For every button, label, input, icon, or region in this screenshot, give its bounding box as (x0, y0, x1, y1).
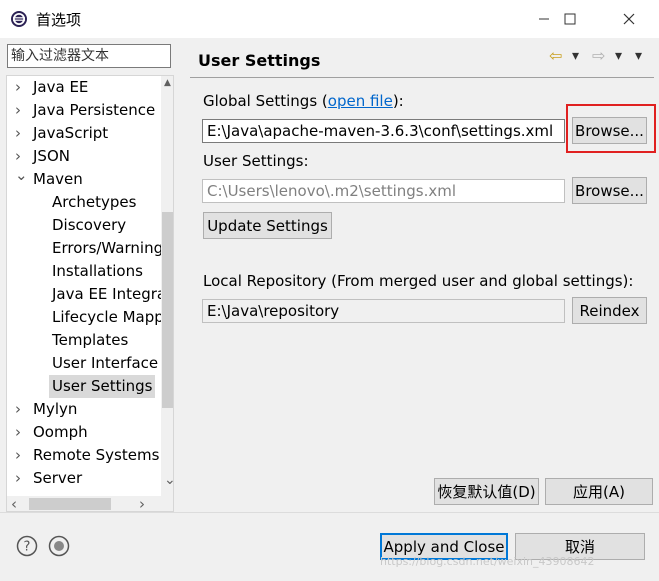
close-button[interactable] (606, 0, 652, 38)
back-arrow-icon[interactable]: ⇦ (549, 46, 562, 65)
preferences-tree: › Java EE › Java Persistence › JavaScript › JSO… (6, 75, 174, 512)
tree-item-java-persistence[interactable]: › Java Persistence (7, 99, 161, 122)
record-button[interactable] (48, 535, 70, 557)
global-settings-field (202, 119, 565, 143)
global-settings-label-suffix: ): (392, 92, 404, 110)
header-separator (190, 77, 654, 78)
restore-defaults-button[interactable]: 恢复默认值(D) (434, 478, 539, 505)
tree-item-remote-systems[interactable]: › Remote Systems (7, 444, 161, 467)
tree-item-label: User Settings (49, 375, 156, 398)
page-title: User Settings (198, 51, 321, 70)
close-icon (623, 13, 635, 25)
eclipse-icon (11, 11, 27, 27)
chevron-right-icon[interactable]: › (15, 99, 27, 122)
tree-item-discovery[interactable]: Discovery (7, 214, 161, 237)
back-dropdown-icon[interactable]: ▾ (572, 48, 579, 64)
view-menu-icon[interactable]: ▾ (635, 48, 642, 64)
global-settings-label: Global Settings (open file): (203, 92, 404, 110)
vertical-scroll-thumb[interactable] (162, 212, 173, 408)
tree-item-installations[interactable]: Installations (7, 260, 161, 283)
chevron-right-icon[interactable]: › (15, 76, 27, 99)
tree-item-oomph[interactable]: › Oomph (7, 421, 161, 444)
vertical-scrollbar[interactable]: ▲ ⌄ (161, 76, 173, 496)
tree-item-user-interface[interactable]: User Interface (7, 352, 161, 375)
tree-item-label: User Interface (52, 354, 159, 372)
tree-item-javascript[interactable]: › JavaScript (7, 122, 161, 145)
chevron-right-icon[interactable]: › (15, 444, 27, 467)
user-settings-input[interactable] (203, 180, 564, 202)
scroll-right-icon[interactable]: › (139, 495, 145, 511)
chevron-right-icon[interactable]: › (15, 467, 27, 490)
filter-input[interactable] (8, 45, 170, 67)
user-settings-label: User Settings: (203, 152, 309, 170)
tree-item-label: Templates (52, 331, 129, 349)
scroll-corner (161, 496, 173, 511)
maximize-icon (564, 13, 576, 25)
global-settings-label-text: Global Settings ( (203, 92, 328, 110)
tree-item-label: Server (33, 469, 83, 487)
maximize-button[interactable] (547, 0, 593, 38)
chevron-right-icon[interactable]: › (15, 421, 27, 444)
chevron-right-icon[interactable]: › (15, 398, 27, 421)
chevron-down-icon[interactable]: ⌄ (15, 164, 28, 187)
user-browse-button[interactable]: Browse... (572, 177, 647, 204)
forward-arrow-icon[interactable]: ⇨ (592, 46, 605, 65)
tree-item-errors-warnings[interactable]: Errors/Warnings (7, 237, 171, 260)
tree-item-label: Java EE (33, 78, 89, 96)
tree-item-label: Java Persistence (33, 101, 156, 119)
tree-item-label: Oomph (33, 423, 88, 441)
help-glyph: ? (24, 540, 31, 555)
tree-item-lifecycle-mappings[interactable]: Lifecycle Mappings (7, 306, 173, 329)
tree-item-label: Java EE Integration (52, 285, 173, 303)
highlight-box (566, 104, 656, 153)
tree-item-java-ee[interactable]: › Java EE (7, 76, 161, 99)
tree-item-maven[interactable]: ⌄ Maven (7, 166, 161, 191)
horizontal-scroll-thumb[interactable] (29, 498, 111, 510)
tree-item-templates[interactable]: Templates (7, 329, 161, 352)
footer-separator (0, 512, 659, 513)
tree-item-label: JavaScript (33, 124, 109, 142)
apply-button[interactable]: 应用(A) (545, 478, 653, 505)
forward-dropdown-icon[interactable]: ▾ (615, 48, 622, 64)
tree-item-java-ee-integration[interactable]: Java EE Integration (7, 283, 173, 306)
open-file-link[interactable]: open file (328, 92, 393, 110)
tree-item-archetypes[interactable]: Archetypes (7, 191, 161, 214)
global-settings-input[interactable] (203, 120, 564, 142)
chevron-right-icon[interactable]: › (15, 122, 27, 145)
window-title: 首选项 (36, 11, 82, 29)
filter-box (7, 44, 171, 68)
local-repository-field (202, 299, 565, 323)
tree-item-server[interactable]: › Server (7, 467, 161, 490)
scroll-up-icon[interactable]: ▲ (164, 78, 171, 88)
tree-item-label: Lifecycle Mappings (52, 308, 173, 326)
local-repository-label: Local Repository (From merged user and g… (203, 272, 634, 290)
tree-item-mylyn[interactable]: › Mylyn (7, 398, 161, 421)
local-repository-input[interactable] (203, 300, 564, 322)
tree-item-label: Errors/Warnings (52, 239, 171, 257)
user-settings-field (202, 179, 565, 203)
update-settings-button[interactable]: Update Settings (203, 212, 332, 239)
help-button[interactable]: ? (16, 535, 38, 557)
tree-item-label: JSON (33, 147, 70, 165)
tree-item-label: Maven (33, 170, 83, 188)
watermark: https://blog.csdn.net/weixin_43908642 (380, 555, 595, 568)
scroll-left-icon[interactable]: ‹ (11, 495, 17, 511)
scroll-down-icon[interactable]: ⌄ (164, 472, 173, 488)
record-icon (48, 535, 70, 557)
tree-item-json[interactable]: › JSON (7, 145, 161, 168)
reindex-button[interactable]: Reindex (572, 297, 647, 324)
tree-item-user-settings[interactable]: User Settings (7, 375, 161, 398)
title-bar: 首选项 (0, 0, 659, 38)
tree-item-label: Installations (52, 262, 143, 280)
help-icon: ? (16, 535, 38, 557)
tree-item-label: Mylyn (33, 400, 78, 418)
tree-item-label: Remote Systems (33, 446, 160, 464)
horizontal-scrollbar[interactable]: ‹ › (7, 495, 161, 511)
tree-item-label: Discovery (52, 216, 127, 234)
tree-item-label: Archetypes (52, 193, 137, 211)
